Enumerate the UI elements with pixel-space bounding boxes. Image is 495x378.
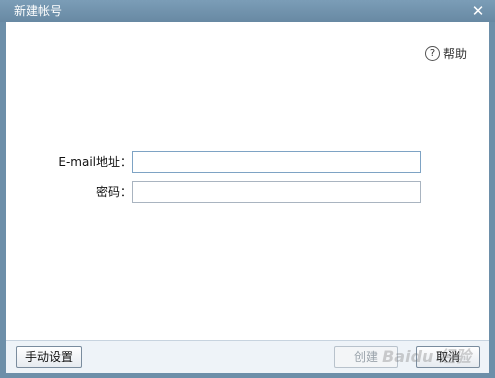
email-field[interactable] <box>132 151 421 173</box>
password-label: 密码： <box>95 185 132 199</box>
button-bar: 手动设置 创建 取消 Baidu 经验 <box>6 340 489 373</box>
manual-settings-button[interactable]: 手动设置 <box>16 346 82 368</box>
help-link[interactable]: ? 帮助 <box>424 44 467 62</box>
help-label: 帮助 <box>442 46 467 61</box>
help-icon: ? <box>424 45 440 61</box>
window-title: 新建帐号 <box>14 4 63 18</box>
email-label: E-mail地址： <box>58 155 132 169</box>
password-field[interactable] <box>132 181 421 203</box>
dialog-content: ? 帮助 E-mail地址： 密码： <box>6 22 489 340</box>
close-icon[interactable]: ✕ <box>469 2 487 20</box>
title-bar[interactable]: 新建帐号 ✕ <box>0 0 495 22</box>
watermark: Baidu 经验 <box>382 347 471 366</box>
new-account-dialog: 新建帐号 ✕ ? 帮助 E-mail地址： 密码： 手动设置 创建 取消 Bai… <box>0 0 495 378</box>
